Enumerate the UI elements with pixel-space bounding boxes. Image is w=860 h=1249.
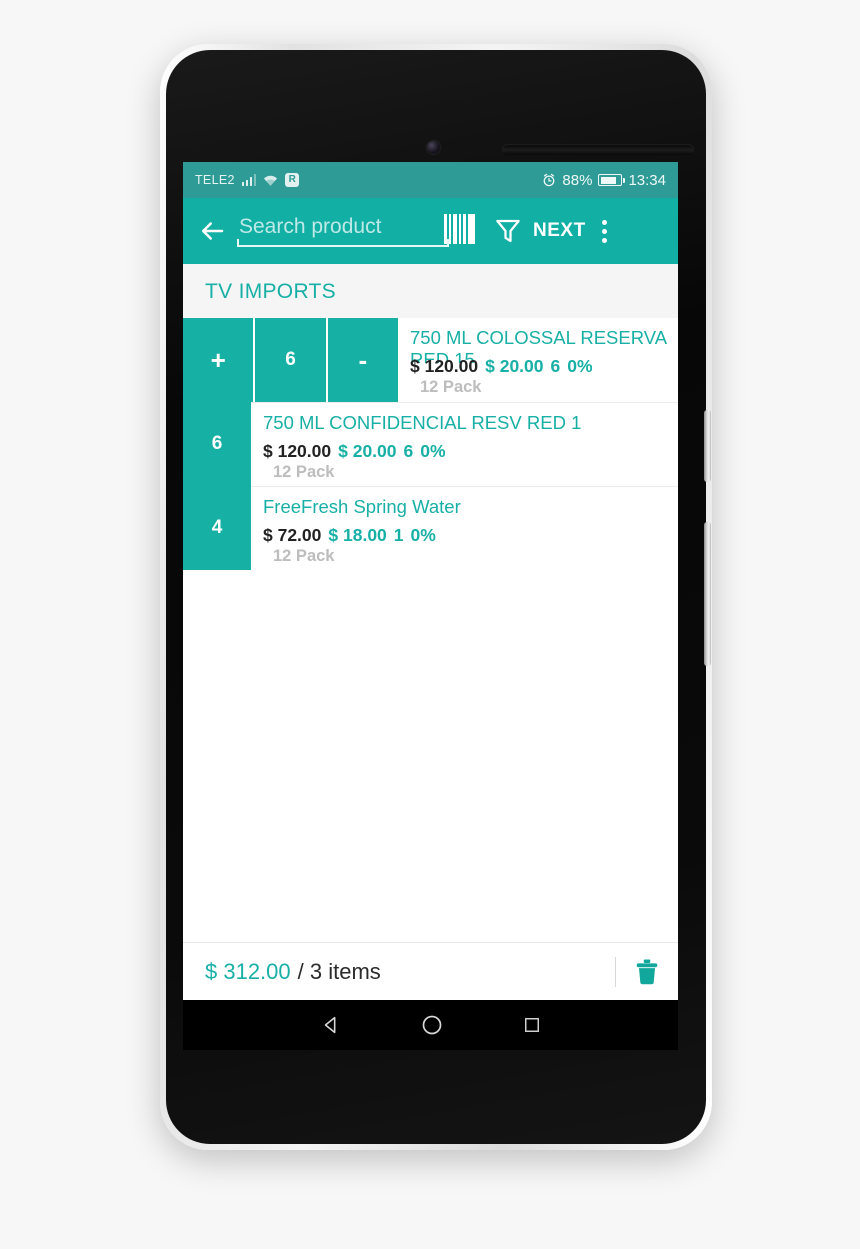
stepper-quantity-value: 6 — [285, 349, 296, 370]
phone-screen: TELE2 R 88% 13:34 Search product NEXT TV… — [183, 162, 678, 1000]
signal-bars-icon — [241, 174, 257, 186]
row-quantity-badge: 4 — [183, 486, 251, 570]
table-row[interactable]: + 6 - 750 ML COLOSSAL RESERVA RED 15 $ 1… — [183, 318, 678, 402]
unit-price: $ 20.00 — [485, 356, 544, 376]
filter-funnel-icon — [496, 219, 520, 243]
android-nav-bar — [183, 1000, 678, 1050]
product-info: 750 ML CONFIDENCIAL RESV RED 1 $ 120.00 … — [251, 402, 678, 486]
nav-recents-square-icon[interactable] — [522, 1015, 542, 1035]
line-discount: 0% — [567, 356, 593, 376]
price-line: $ 120.00 $ 20.00 6 0% — [263, 441, 446, 462]
price-line: $ 120.00 $ 20.00 6 0% — [410, 356, 593, 377]
row-quantity-badge: 6 — [183, 402, 251, 486]
battery-icon — [598, 174, 626, 186]
table-row[interactable]: 6 750 ML CONFIDENCIAL RESV RED 1 $ 120.0… — [183, 402, 678, 486]
line-quantity: 1 — [393, 525, 404, 545]
clock-label: 13:34 — [628, 171, 666, 189]
status-bar-left: TELE2 R — [195, 173, 300, 187]
wifi-icon — [264, 175, 278, 186]
quantity-stepper[interactable]: + 6 - — [183, 318, 398, 402]
front-camera-icon — [427, 141, 440, 154]
app-bar: NEXT — [183, 198, 678, 264]
line-total: $ 72.00 — [263, 525, 322, 545]
cart-summary-bar: $ 312.00 / 3 items — [183, 942, 678, 1000]
roaming-icon: R — [285, 173, 300, 187]
nav-home-circle-icon[interactable] — [420, 1013, 444, 1037]
alarm-clock-icon — [544, 173, 555, 187]
arrow-left-icon — [202, 222, 224, 240]
price-line: $ 72.00 $ 18.00 1 0% — [263, 525, 436, 546]
product-info: FreeFresh Spring Water $ 72.00 $ 18.00 1… — [251, 486, 678, 570]
pack-label: 12 Pack — [420, 378, 482, 396]
next-button[interactable]: NEXT — [533, 220, 586, 242]
status-bar-right: 88% 13:34 — [542, 172, 666, 189]
unit-price: $ 20.00 — [338, 441, 397, 461]
back-button[interactable] — [197, 216, 227, 246]
carrier-label: TELE2 — [195, 173, 235, 187]
line-quantity: 6 — [550, 356, 561, 376]
filter-button[interactable] — [493, 216, 523, 246]
power-button[interactable] — [704, 410, 711, 482]
line-total: $ 120.00 — [263, 441, 332, 461]
line-total: $ 120.00 — [410, 356, 479, 376]
nav-back-triangle-icon[interactable] — [320, 1014, 342, 1036]
line-quantity: 6 — [403, 441, 414, 461]
more-vertical-icon[interactable] — [596, 216, 613, 247]
volume-rocker-button[interactable] — [704, 522, 711, 666]
section-header: TV IMPORTS — [183, 264, 678, 318]
cart-total: $ 312.00 — [205, 958, 291, 984]
unit-price: $ 18.00 — [328, 525, 387, 545]
line-discount: 0% — [420, 441, 446, 461]
earpiece-speaker — [502, 144, 694, 155]
trash-icon[interactable] — [634, 957, 660, 987]
product-name: FreeFresh Spring Water — [263, 496, 461, 517]
line-discount: 0% — [410, 525, 436, 545]
cart-item-count: / 3 items — [297, 958, 381, 984]
pack-label: 12 Pack — [273, 463, 335, 481]
pack-label: 12 Pack — [273, 547, 335, 565]
battery-percent-label: 88% — [562, 171, 593, 189]
list-empty-space — [183, 570, 678, 942]
divider — [615, 956, 616, 987]
search-field-wrapper[interactable] — [237, 211, 475, 251]
product-name: 750 ML CONFIDENCIAL RESV RED 1 — [263, 412, 582, 433]
product-list-container: TV IMPORTS + 6 - 750 ML COLOSSAL RESERVA… — [183, 264, 678, 1000]
barcode-scan-icon[interactable] — [444, 214, 475, 244]
status-bar: TELE2 R 88% 13:34 — [183, 162, 678, 198]
table-row[interactable]: 4 FreeFresh Spring Water $ 72.00 $ 18.00… — [183, 486, 678, 570]
product-info: 750 ML COLOSSAL RESERVA RED 15 $ 120.00 … — [398, 318, 678, 402]
increment-button[interactable]: + — [183, 318, 253, 402]
decrement-button[interactable]: - — [328, 318, 398, 402]
search-underline — [237, 239, 449, 247]
cart-actions — [615, 955, 660, 989]
screenshot-stage: TELE2 R 88% 13:34 Search product NEXT TV… — [0, 0, 860, 1249]
